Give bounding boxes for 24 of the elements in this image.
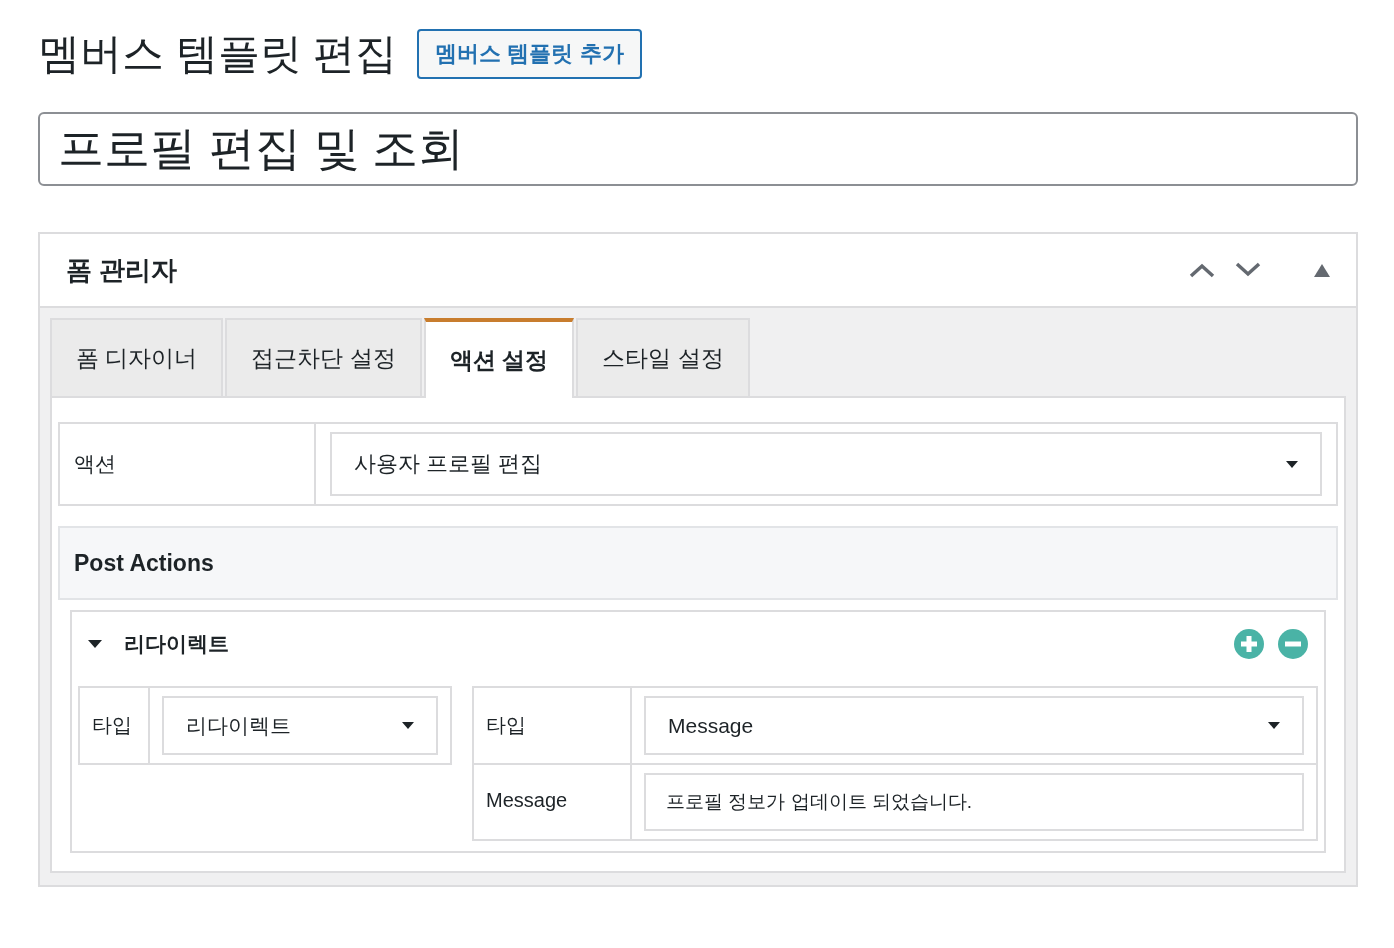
caret-icon [1286, 460, 1298, 468]
triangle-up-icon[interactable] [1314, 263, 1330, 277]
field-label: 타입 [474, 688, 632, 763]
caret-icon [402, 722, 414, 729]
dropdown-field[interactable]: 리다이렉트 [162, 696, 438, 755]
page-title: 멤버스 템플릿 편집 [38, 29, 398, 79]
field-label: 액션 [60, 424, 316, 504]
chevron-down-icon[interactable] [1234, 261, 1262, 279]
title-input[interactable]: 프로필 편집 및 조회 [38, 112, 1358, 186]
tab[interactable]: 접근차단 설정 [225, 318, 422, 396]
dropdown-field[interactable]: 사용자 프로필 편집 [330, 432, 1322, 496]
group-title: 리다이렉트 [124, 631, 229, 657]
field-label: 타입 [80, 688, 150, 763]
chevron-up-icon[interactable] [1188, 261, 1216, 279]
dropdown-field[interactable]: Message [644, 696, 1304, 755]
field-label: Message [474, 765, 632, 839]
panel-title: 폼 관리자 [66, 253, 179, 287]
input-field[interactable]: 프로필 정보가 업데이트 되었습니다. [644, 773, 1304, 831]
tab[interactable]: 폼 디자이너 [50, 318, 224, 396]
tab[interactable]: 스타일 설정 [576, 318, 750, 396]
caret-icon [1268, 722, 1280, 729]
section-title: Post Actions [74, 549, 214, 577]
add-template-button[interactable]: 멤버스 템플릿 추가 [417, 29, 642, 79]
tab[interactable]: 액션 설정 [423, 318, 575, 398]
